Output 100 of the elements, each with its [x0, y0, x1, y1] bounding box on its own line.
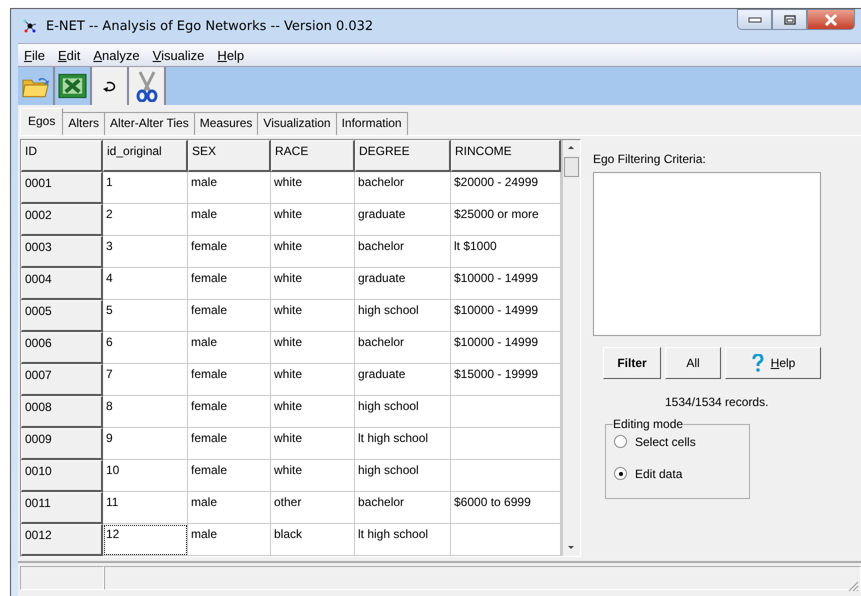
filter-label: Ego Filtering Criteria:: [593, 152, 706, 166]
row-header[interactable]: 0012: [21, 524, 103, 556]
table-cell: 9: [103, 428, 188, 460]
records-count: 1534/1534 records.: [665, 395, 768, 409]
row-header[interactable]: 0004: [21, 268, 103, 300]
table-cell: 5: [103, 300, 188, 332]
spreadsheet-icon: [58, 72, 87, 100]
column-header[interactable]: id_original: [103, 140, 188, 172]
table-cell: high school: [355, 396, 451, 428]
table-cell: 12: [103, 524, 188, 556]
table-cell: graduate: [355, 268, 451, 300]
table-cell: female: [188, 364, 271, 396]
menu-item[interactable]: Edit: [52, 48, 88, 62]
question-icon: [750, 354, 765, 372]
radio-button[interactable]: [614, 467, 627, 480]
table-cell: male: [188, 492, 271, 524]
column-header[interactable]: DEGREE: [355, 140, 451, 172]
table-cell: bachelor: [355, 492, 451, 524]
table-cell: white: [271, 268, 355, 300]
table-cell: 8: [103, 396, 188, 428]
close-icon: [824, 14, 838, 26]
table-cell: 11: [103, 492, 188, 524]
table-cell: white: [271, 460, 355, 492]
maximize-icon: [784, 14, 796, 24]
tab[interactable]: Alters: [62, 112, 106, 135]
row-header[interactable]: 0006: [21, 332, 103, 364]
minimize-icon: [748, 16, 762, 24]
row-header[interactable]: 0010: [21, 460, 103, 492]
tab[interactable]: Information: [336, 112, 408, 135]
table-cell: 6: [103, 332, 188, 364]
row-header[interactable]: 0003: [21, 236, 103, 268]
row-header[interactable]: 0002: [21, 204, 103, 236]
row-header[interactable]: 0011: [21, 492, 103, 524]
table-cell: 4: [103, 268, 188, 300]
row-header[interactable]: 0001: [21, 172, 103, 204]
table-cell: $20000 - 24999: [451, 172, 561, 204]
table-cell: female: [188, 460, 271, 492]
radio-button[interactable]: [614, 435, 627, 448]
table-cell: 3: [103, 236, 188, 268]
table-cell: black: [271, 524, 355, 556]
filter-criteria-field[interactable]: [593, 172, 821, 336]
menu-item[interactable]: Analyze: [87, 48, 147, 62]
table-cell: female: [188, 236, 271, 268]
table-cell: white: [271, 332, 355, 364]
close-button[interactable]: [807, 9, 855, 30]
menu-item[interactable]: File: [18, 48, 52, 62]
scissors-icon: [134, 70, 160, 102]
column-header[interactable]: ID: [21, 140, 103, 172]
row-header[interactable]: 0007: [21, 364, 103, 396]
table-cell: lt high school: [355, 524, 451, 556]
undo-button[interactable]: [92, 67, 129, 105]
table-cell: $6000 to 6999: [451, 492, 561, 524]
table-cell: graduate: [355, 364, 451, 396]
row-header[interactable]: 0009: [21, 428, 103, 460]
network-icon: [22, 18, 38, 34]
table-cell: other: [271, 492, 355, 524]
table-cell: $25000 or more: [451, 204, 561, 236]
table-cell: male: [188, 524, 271, 556]
table-cell: female: [188, 428, 271, 460]
table-cell: 2: [103, 204, 188, 236]
table-cell: white: [271, 236, 355, 268]
radio-label[interactable]: Select cells: [635, 434, 696, 448]
window-title: E-NET -- Analysis of Ego Networks -- Version 0.032: [46, 18, 374, 34]
table-cell: female: [188, 300, 271, 332]
table-cell: lt high school: [355, 428, 451, 460]
menu-item[interactable]: Help: [211, 48, 252, 62]
vertical-scrollbar[interactable]: [562, 140, 580, 556]
column-header[interactable]: RINCOME: [451, 140, 561, 172]
tab[interactable]: Egos: [20, 108, 64, 135]
table-cell: 7: [103, 364, 188, 396]
filter-button[interactable]: Filter: [603, 347, 661, 379]
radio-label[interactable]: Edit data: [635, 466, 682, 480]
table-cell: high school: [355, 460, 451, 492]
table-cell: high school: [355, 300, 451, 332]
table-cell: female: [188, 268, 271, 300]
row-header[interactable]: 0008: [21, 396, 103, 428]
table-cell: male: [188, 332, 271, 364]
table-cell: male: [188, 172, 271, 204]
menu-item[interactable]: Visualize: [146, 48, 212, 62]
table-cell: $10000 - 14999: [451, 268, 561, 300]
minimize-button[interactable]: [737, 9, 772, 30]
cut-button[interactable]: [129, 67, 166, 105]
all-button[interactable]: All: [665, 347, 721, 379]
spreadsheet-button[interactable]: [55, 67, 92, 105]
table-cell: bachelor: [355, 332, 451, 364]
column-header[interactable]: RACE: [271, 140, 355, 172]
table-cell: white: [271, 396, 355, 428]
maximize-button[interactable]: [772, 9, 807, 30]
group-label: Editing mode: [613, 417, 684, 431]
table-cell: white: [271, 300, 355, 332]
table-cell: white: [271, 364, 355, 396]
table-cell: male: [188, 204, 271, 236]
column-header[interactable]: SEX: [188, 140, 271, 172]
resize-grip-icon[interactable]: [847, 580, 859, 592]
table-cell: white: [271, 204, 355, 236]
table-cell: bachelor: [355, 236, 451, 268]
table-cell: 10: [103, 460, 188, 492]
row-header[interactable]: 0005: [21, 300, 103, 332]
help-button[interactable]: Help: [725, 347, 821, 379]
table-cell: bachelor: [355, 172, 451, 204]
